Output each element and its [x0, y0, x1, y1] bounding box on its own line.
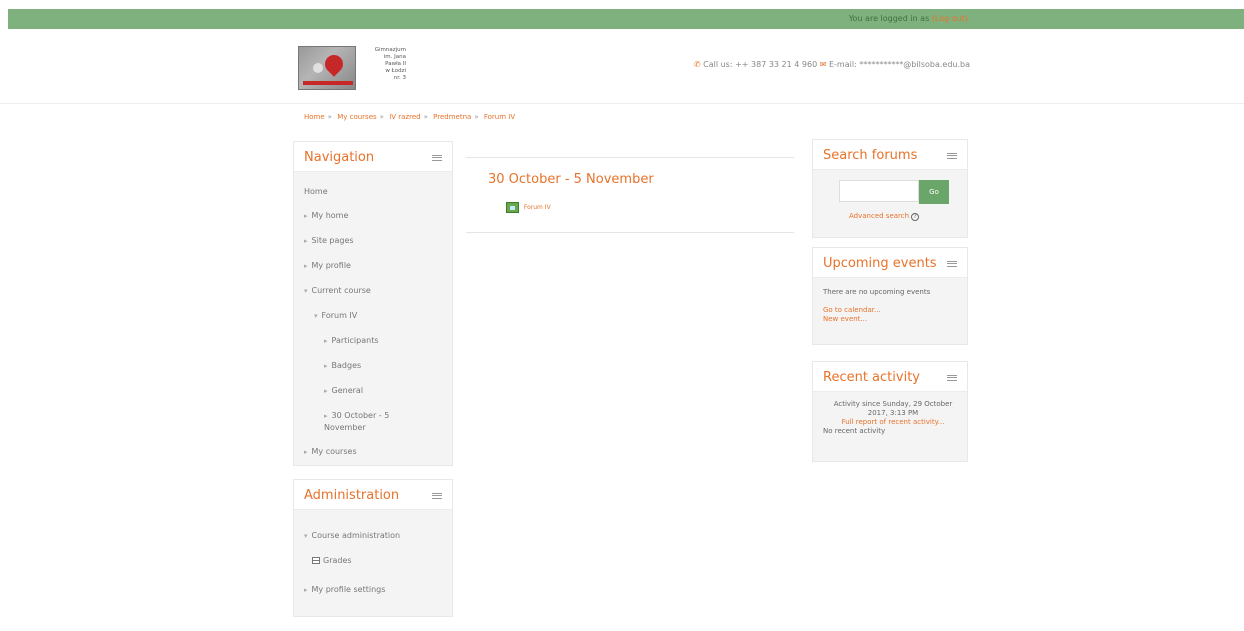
search-forums-block: Search forums Go Advanced search?: [812, 139, 968, 238]
recent-activity-block: Recent activity Activity since Sunday, 2…: [812, 361, 968, 462]
dock-icon[interactable]: [947, 375, 957, 381]
collapsed-arrow-icon: ▸: [324, 387, 328, 395]
nav-item-week[interactable]: ▸ 30 October - 5 November: [304, 410, 414, 433]
no-upcoming-text: There are no upcoming events: [823, 288, 931, 296]
forum-icon: [506, 202, 519, 213]
nav-item-badges[interactable]: ▸ Badges: [304, 360, 442, 372]
upcoming-events-title: Upcoming events: [823, 256, 937, 271]
dock-icon[interactable]: [947, 261, 957, 267]
nav-item-general[interactable]: ▸ General: [304, 385, 442, 397]
grades-table-icon: [312, 557, 320, 564]
nav-item-current-course[interactable]: ▾ Current course: [304, 285, 442, 297]
admin-item-profile-settings[interactable]: ▸ My profile settings: [304, 584, 442, 596]
top-bar: You are logged in as (Log out): [8, 9, 1244, 29]
navigation-title: Navigation: [304, 150, 375, 165]
recent-activity-content: Activity since Sunday, 29 October 2017, …: [823, 400, 963, 436]
logo-circle: [313, 63, 323, 73]
breadcrumb: Home» My courses» IV razred» Predmetna» …: [304, 113, 515, 121]
search-forums-input[interactable]: [839, 180, 919, 202]
nav-item-home[interactable]: Home: [304, 186, 442, 197]
section-title[interactable]: 30 October - 5 November: [488, 172, 654, 187]
upcoming-events-block: Upcoming events There are no upcoming ev…: [812, 247, 968, 345]
navigation-list: Home ▸ My home ▸ Site pages ▸ My profile ▾ C…: [294, 172, 452, 481]
collapsed-arrow-icon: ▸: [324, 412, 328, 420]
advanced-search: Advanced search?: [849, 212, 920, 221]
nav-item-participants[interactable]: ▸ Participants: [304, 335, 442, 347]
dock-icon[interactable]: [947, 153, 957, 159]
admin-item-course-administration[interactable]: ▾ Course administration: [304, 530, 442, 542]
breadcrumb-item[interactable]: Predmetna: [433, 113, 471, 121]
search-forums-header: Search forums: [813, 140, 967, 170]
search-forums-title: Search forums: [823, 148, 918, 163]
administration-title: Administration: [304, 488, 400, 503]
advanced-search-link[interactable]: Advanced search: [849, 212, 909, 220]
recent-activity-header: Recent activity: [813, 362, 967, 392]
course-section: 30 October - 5 November Forum IV: [466, 157, 794, 233]
expanded-arrow-icon: ▾: [304, 532, 308, 540]
navigation-block: Navigation Home ▸ My home ▸ Site pages ▸ My…: [293, 141, 453, 466]
nav-item-my-profile[interactable]: ▸ My profile: [304, 260, 442, 272]
help-icon[interactable]: ?: [911, 213, 920, 221]
dock-icon[interactable]: [432, 155, 442, 161]
goto-calendar-link[interactable]: Go to calendar...: [823, 306, 963, 315]
site-header: Gimnazjum im. Jana Pawła II w Łodzi nr. …: [0, 29, 1244, 104]
forum-activity-label[interactable]: Forum IV: [524, 204, 551, 211]
full-report-link[interactable]: Full report of recent activity...: [823, 418, 963, 427]
dock-icon[interactable]: [432, 493, 442, 499]
collapsed-arrow-icon: ▸: [304, 586, 308, 594]
expanded-arrow-icon: ▾: [304, 287, 308, 295]
email-text: E-mail: ***********@bilsoba.edu.ba: [828, 60, 970, 69]
collapsed-arrow-icon: ▸: [304, 237, 308, 245]
collapsed-arrow-icon: ▸: [304, 212, 308, 220]
administration-list: ▾ Course administration Grades ▸ My profil…: [294, 510, 452, 619]
collapsed-arrow-icon: ▸: [324, 362, 328, 370]
new-event-link[interactable]: New event...: [823, 315, 963, 324]
administration-block: Administration ▾ Course administration Gr…: [293, 479, 453, 617]
breadcrumb-item[interactable]: IV razred: [389, 113, 420, 121]
phone-text: Call us: ++ 387 33 21 4 960: [703, 60, 818, 69]
navigation-header: Navigation: [294, 142, 452, 172]
forum-activity[interactable]: Forum IV: [506, 202, 551, 213]
school-name: Gimnazjum im. Jana Pawła II w Łodzi nr. …: [374, 47, 406, 81]
breadcrumb-item[interactable]: Home: [304, 113, 325, 121]
nav-item-forum-iv[interactable]: ▾ Forum IV: [304, 310, 442, 322]
phone-icon: ✆: [693, 60, 701, 69]
logo-heart: [321, 51, 347, 77]
login-info: You are logged in as (Log out): [849, 14, 968, 23]
breadcrumb-separator: »: [423, 113, 428, 121]
admin-item-grades[interactable]: Grades: [304, 555, 442, 566]
logout-link[interactable]: (Log out): [932, 14, 968, 23]
school-logo[interactable]: [298, 46, 356, 90]
expanded-arrow-icon: ▾: [314, 312, 318, 320]
collapsed-arrow-icon: ▸: [324, 337, 328, 345]
breadcrumb-separator: »: [327, 113, 332, 121]
breadcrumb-item[interactable]: My courses: [337, 113, 376, 121]
upcoming-events-content: There are no upcoming events Go to calen…: [823, 288, 963, 324]
no-recent-activity-text: No recent activity: [823, 427, 886, 435]
logo-strip: [303, 81, 353, 85]
nav-item-site-pages[interactable]: ▸ Site pages: [304, 235, 442, 247]
administration-header: Administration: [294, 480, 452, 510]
collapsed-arrow-icon: ▸: [304, 448, 308, 456]
activity-since-text: Activity since Sunday, 29 October 2017, …: [833, 400, 953, 417]
nav-item-my-courses[interactable]: ▸ My courses: [304, 446, 442, 458]
login-prefix: You are logged in as: [848, 14, 930, 23]
envelope-icon: ✉: [819, 60, 827, 69]
nav-item-my-home[interactable]: ▸ My home: [304, 210, 442, 222]
search-go-button[interactable]: Go: [919, 180, 949, 204]
breadcrumb-separator: »: [474, 113, 479, 121]
collapsed-arrow-icon: ▸: [304, 262, 308, 270]
recent-activity-title: Recent activity: [823, 370, 920, 385]
upcoming-events-header: Upcoming events: [813, 248, 967, 278]
contact-info: ✆ Call us: ++ 387 33 21 4 960 ✉ E-mail: …: [694, 60, 970, 69]
breadcrumb-separator: »: [379, 113, 384, 121]
breadcrumb-item[interactable]: Forum IV: [484, 113, 515, 121]
